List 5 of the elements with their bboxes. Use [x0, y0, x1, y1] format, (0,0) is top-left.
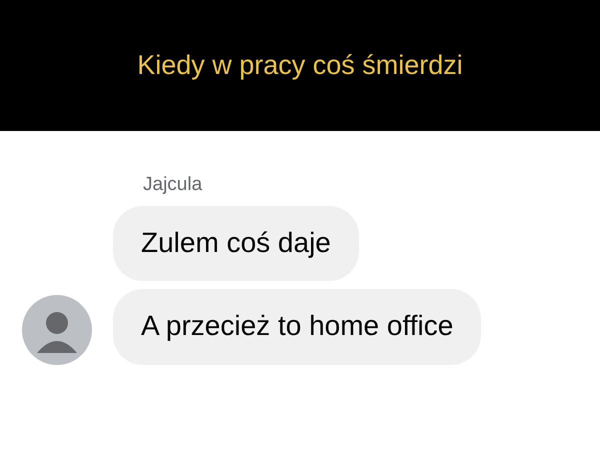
message-bubble: A przecież to home office [113, 289, 482, 365]
caption-text: Kiedy w pracy coś śmierdzi [137, 49, 463, 82]
sender-name: Jajcula [143, 173, 204, 197]
message-bubble: Zulem coś daje [113, 206, 359, 282]
avatar-icon [22, 294, 92, 365]
